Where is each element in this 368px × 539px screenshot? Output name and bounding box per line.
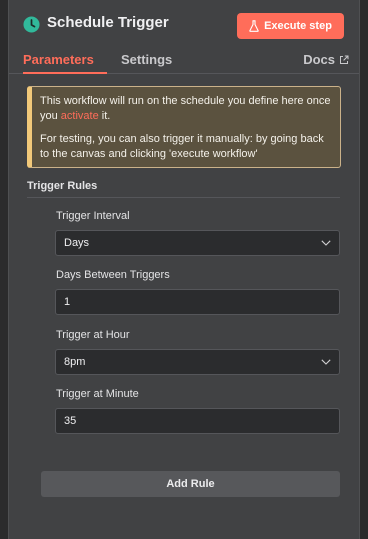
section-divider — [27, 197, 340, 198]
activate-link[interactable]: activate — [61, 110, 99, 122]
days-between-triggers-label: Days Between Triggers — [56, 269, 170, 281]
tab-parameters[interactable]: Parameters — [23, 52, 94, 67]
trigger-interval-label: Trigger Interval — [56, 210, 130, 222]
execute-step-label: Execute step — [264, 20, 332, 32]
schedule-info-notice: This workflow will run on the schedule y… — [27, 86, 341, 168]
external-link-icon — [340, 55, 349, 64]
trigger-at-hour-value: 8pm — [64, 356, 86, 368]
days-between-triggers-value: 1 — [64, 296, 71, 308]
flask-icon — [249, 20, 259, 32]
trigger-at-minute-value: 35 — [64, 415, 77, 427]
trigger-rules-title: Trigger Rules — [27, 180, 98, 192]
panel-header: Schedule Trigger Execute step — [9, 0, 359, 48]
trigger-interval-select[interactable]: Days — [55, 230, 340, 256]
tab-bar: Parameters Settings Docs — [9, 48, 359, 74]
chevron-down-icon — [321, 359, 331, 365]
notice-line-1: This workflow will run on the schedule y… — [40, 94, 332, 124]
days-between-triggers-input[interactable]: 1 — [55, 289, 340, 315]
docs-label: Docs — [303, 52, 335, 67]
trigger-at-hour-select[interactable]: 8pm — [55, 349, 340, 375]
node-parameters-panel: Schedule Trigger Execute step Parameters… — [8, 0, 360, 539]
chevron-down-icon — [321, 240, 331, 246]
trigger-at-minute-input[interactable]: 35 — [55, 408, 340, 434]
trigger-at-hour-label: Trigger at Hour — [56, 329, 130, 341]
notice-text-after: it. — [98, 110, 111, 122]
clock-icon — [23, 16, 40, 33]
execute-step-button[interactable]: Execute step — [237, 13, 344, 39]
tab-settings[interactable]: Settings — [121, 52, 172, 67]
trigger-interval-value: Days — [64, 237, 90, 249]
docs-link[interactable]: Docs — [303, 52, 349, 67]
node-title: Schedule Trigger — [47, 14, 169, 31]
trigger-at-minute-label: Trigger at Minute — [56, 388, 139, 400]
active-tab-indicator — [23, 72, 107, 74]
notice-line-2: For testing, you can also trigger it man… — [40, 133, 324, 160]
add-rule-button[interactable]: Add Rule — [41, 471, 340, 497]
